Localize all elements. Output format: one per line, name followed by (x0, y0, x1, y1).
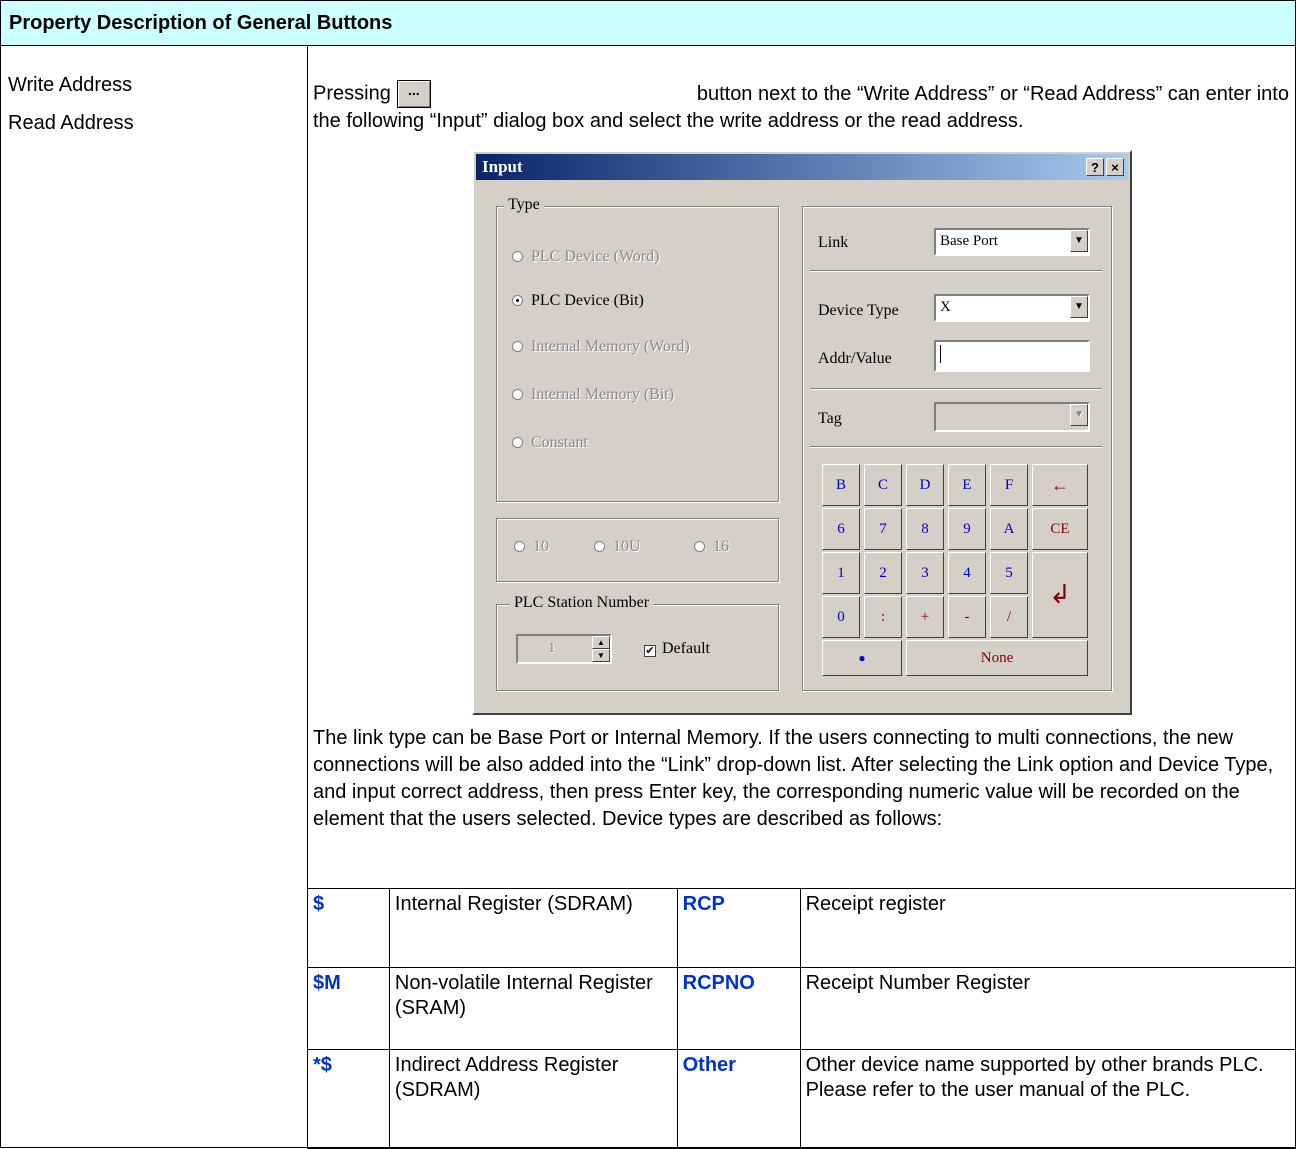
key-slash[interactable]: / (990, 596, 1028, 638)
intro-line2: the following “Input” dialog box and sel… (313, 110, 1024, 132)
key-a[interactable]: A (990, 508, 1028, 550)
dropdown-arrow-icon: ▼ (1070, 230, 1088, 252)
text-caret (940, 345, 941, 363)
help-button[interactable]: ? (1086, 158, 1104, 176)
device-description: Receipt Number Register (799, 967, 1296, 1050)
radio-internal-memory-word[interactable]: Internal Memory (Word) (512, 338, 690, 356)
key-dot[interactable]: ● (822, 640, 902, 676)
key-colon[interactable]: : (864, 596, 902, 638)
dropdown-arrow-icon: ▼ (1070, 296, 1088, 318)
radio-radix-10[interactable]: 10 (514, 538, 549, 556)
browse-button-illustration: ... (396, 80, 431, 108)
separator (810, 270, 1102, 272)
spin-down-icon[interactable]: ▼ (592, 649, 610, 662)
table-row: $M Non-volatile Internal Register (SRAM)… (307, 967, 1296, 1050)
key-5[interactable]: 5 (990, 552, 1028, 594)
key-0[interactable]: 0 (822, 596, 860, 638)
key-f[interactable]: F (990, 464, 1028, 506)
enter-key[interactable]: ↲ (1032, 552, 1088, 638)
device-code: $M (307, 967, 390, 1050)
key-plus[interactable]: + (906, 596, 944, 638)
tag-label: Tag (818, 410, 842, 427)
radio-radix-16[interactable]: 16 (694, 538, 729, 556)
device-code: RCPNO (676, 967, 801, 1050)
station-group-label: PLC Station Number (510, 594, 654, 612)
link-label: Link (818, 234, 849, 251)
key-9[interactable]: 9 (948, 508, 986, 550)
read-address-label: Read Address (8, 112, 134, 134)
station-number-spinner[interactable]: 1 ▲ ▼ (516, 634, 612, 664)
checkmark-icon: ✔ (644, 645, 656, 657)
default-checkbox[interactable]: ✔ Default (644, 640, 710, 658)
radio-radix-10u[interactable]: 10U (594, 538, 641, 556)
key-minus[interactable]: - (948, 596, 986, 638)
table-row: $ Internal Register (SDRAM) RCP Receipt … (307, 888, 1296, 968)
property-names: Write Address Read Address (8, 66, 134, 142)
key-4[interactable]: 4 (948, 552, 986, 594)
dialog-title: Input (482, 157, 523, 176)
dropdown-arrow-icon: ▼ (1070, 404, 1088, 426)
addr-value-label: Addr/Value (818, 350, 892, 367)
radio-internal-memory-bit[interactable]: Internal Memory (Bit) (512, 386, 674, 404)
section-header: Property Description of General Buttons (0, 0, 1296, 46)
table-row: *$ Indirect Address Register (SDRAM) Oth… (307, 1049, 1296, 1149)
key-3[interactable]: 3 (906, 552, 944, 594)
key-8[interactable]: 8 (906, 508, 944, 550)
separator (810, 446, 1102, 448)
separator (810, 388, 1102, 390)
device-code: *$ (307, 1049, 390, 1149)
station-number-value: 1 (548, 640, 556, 656)
radio-plc-device-word[interactable]: PLC Device (Word) (512, 248, 659, 266)
intro-after: button next to the “Write Address” or “R… (696, 82, 1289, 105)
device-type-select[interactable]: X ▼ (934, 294, 1090, 322)
key-2[interactable]: 2 (864, 552, 902, 594)
type-group-label: Type (504, 196, 544, 214)
device-code: Other (676, 1049, 801, 1149)
input-dialog: Input ? × Type PLC Device (Word) PLC Dev… (472, 150, 1132, 715)
key-7[interactable]: 7 (864, 508, 902, 550)
device-description: Internal Register (SDRAM) (388, 888, 678, 968)
device-description: Non-volatile Internal Register (SRAM) (388, 967, 678, 1050)
radio-constant[interactable]: Constant (512, 434, 588, 452)
key-d[interactable]: D (906, 464, 944, 506)
dialog-titlebar: Input ? × (476, 154, 1128, 180)
description-text: The link type can be Base Port or Intern… (313, 727, 1274, 830)
device-description: Indirect Address Register (SDRAM) (388, 1049, 678, 1149)
key-c[interactable]: C (864, 464, 902, 506)
device-code: RCP (676, 888, 801, 968)
backspace-key[interactable]: ← (1032, 464, 1088, 506)
device-type-label: Device Type (818, 302, 899, 319)
section-title: Property Description of General Buttons (9, 12, 393, 34)
key-6[interactable]: 6 (822, 508, 860, 550)
intro-before: Pressing... (313, 80, 437, 108)
addr-value-input[interactable] (934, 340, 1090, 372)
key-b[interactable]: B (822, 464, 860, 506)
key-e[interactable]: E (948, 464, 986, 506)
device-description: Receipt register (799, 888, 1296, 968)
write-address-label: Write Address (8, 74, 133, 96)
key-none[interactable]: None (906, 640, 1088, 676)
intro-text: Pressing... button next to the “Write Ad… (313, 80, 1289, 135)
close-button[interactable]: × (1106, 158, 1124, 176)
tag-select[interactable]: ▼ (934, 402, 1090, 432)
clear-entry-key[interactable]: CE (1032, 508, 1088, 550)
key-1[interactable]: 1 (822, 552, 860, 594)
device-code: $ (307, 888, 390, 968)
link-select[interactable]: Base Port ▼ (934, 228, 1090, 256)
radio-plc-device-bit[interactable]: PLC Device (Bit) (512, 292, 644, 310)
spin-up-icon[interactable]: ▲ (592, 636, 610, 649)
device-type-table: $ Internal Register (SDRAM) RCP Receipt … (307, 888, 1296, 1149)
device-description: Other device name supported by other bra… (799, 1049, 1296, 1149)
